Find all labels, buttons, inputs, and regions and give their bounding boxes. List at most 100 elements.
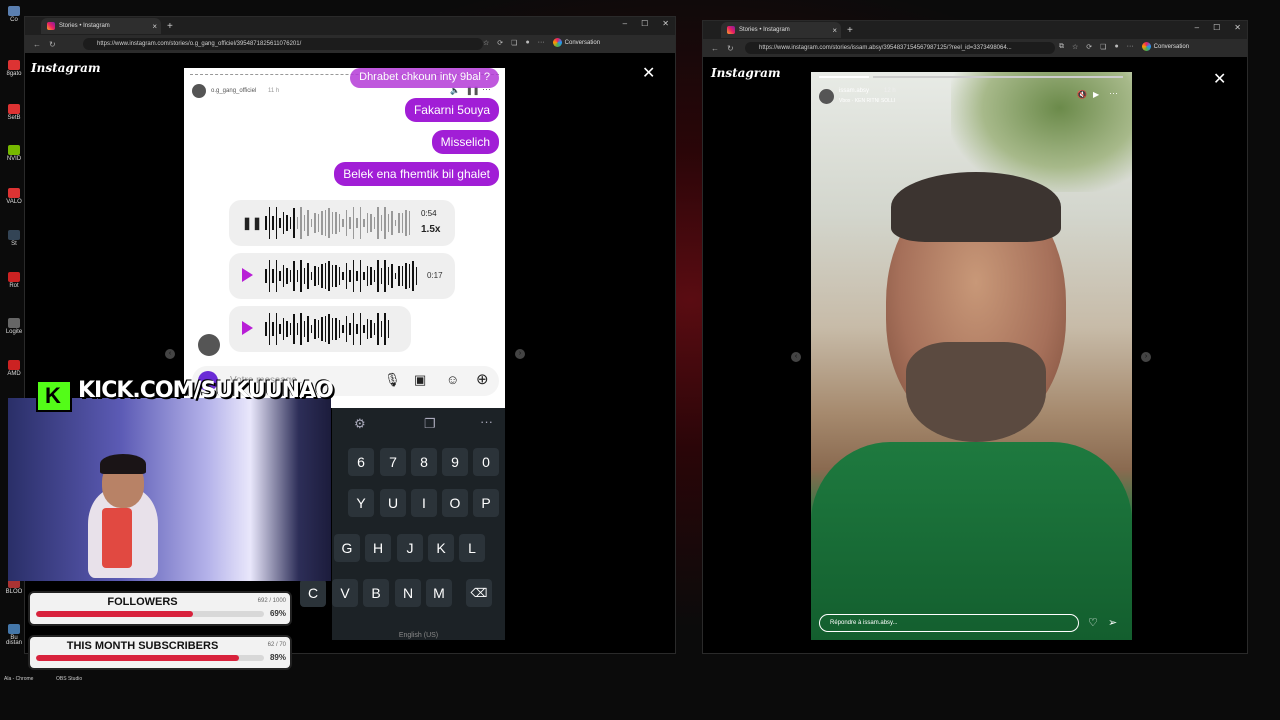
voice-message[interactable]: ❚❚ 0:54 1.5x (229, 200, 455, 246)
maximize-icon[interactable]: ☐ (641, 19, 648, 28)
avatar[interactable] (192, 84, 206, 98)
desktop-icon[interactable]: Logite (4, 318, 24, 336)
key-h[interactable]: H (365, 534, 391, 562)
refresh-icon[interactable]: ⟳ (1086, 43, 1092, 51)
gallery-icon[interactable]: ▣ (414, 372, 426, 388)
more-icon[interactable]: ··· (480, 414, 493, 429)
new-tab-button[interactable]: + (167, 21, 173, 32)
favorite-icon[interactable]: ☆ (1072, 43, 1078, 51)
microphone-icon[interactable]: 🎙 (384, 372, 401, 388)
key-0[interactable]: 0 (473, 448, 499, 476)
next-story-icon[interactable]: › (515, 349, 525, 359)
desktop-icon[interactable]: AMD (4, 360, 24, 378)
conversation-button[interactable]: Conversation (552, 38, 600, 47)
extension-icon[interactable]: ⧉ (1059, 43, 1064, 51)
key-p[interactable]: P (473, 489, 499, 517)
key-n[interactable]: N (395, 579, 421, 607)
close-window-icon[interactable]: ✕ (1234, 23, 1241, 32)
close-story-icon[interactable]: ✕ (642, 63, 655, 83)
instagram-logo[interactable]: Instagram (711, 66, 781, 80)
waveform-bar (335, 264, 337, 288)
playback-speed[interactable]: 1.5x (421, 224, 440, 235)
key-g[interactable]: G (334, 534, 360, 562)
key-u[interactable]: U (380, 489, 406, 517)
key-b[interactable]: B (363, 579, 389, 607)
desktop-icon[interactable]: Rot (4, 272, 24, 290)
key-9[interactable]: 9 (442, 448, 468, 476)
desktop-icon[interactable]: Co (4, 6, 24, 24)
key-k[interactable]: K (428, 534, 454, 562)
desktop-icon[interactable]: St (4, 230, 24, 248)
desktop-icon[interactable]: 8gato (4, 60, 24, 78)
sticker-icon[interactable]: ☺ (446, 372, 459, 387)
avatar[interactable] (819, 89, 834, 104)
reload-icon[interactable]: ↻ (727, 44, 734, 53)
key-l[interactable]: L (459, 534, 485, 562)
key-j[interactable]: J (397, 534, 423, 562)
new-tab-button[interactable]: + (847, 25, 853, 36)
settings-gear-icon[interactable]: ⚙ (354, 416, 366, 432)
url-field[interactable]: https://www.instagram.com/stories/o.g_ga… (83, 38, 483, 50)
story-username[interactable]: o.g_gang_officiel (211, 88, 256, 94)
conversation-button[interactable]: Conversation (1141, 42, 1189, 51)
story-music[interactable]: Vbox · KEN RITNI SOLLI (839, 98, 895, 104)
collections-icon[interactable]: ❏ (511, 39, 517, 47)
add-icon[interactable]: ⊕ (476, 370, 489, 388)
back-icon[interactable]: ← (711, 44, 719, 53)
backspace-key[interactable]: ⌫ (466, 579, 492, 607)
desktop-icon[interactable]: NVID (4, 145, 24, 163)
play-icon[interactable] (242, 268, 253, 282)
key-c[interactable]: C (300, 579, 326, 607)
copilot-icon (1141, 42, 1151, 51)
voice-message[interactable] (229, 306, 411, 352)
close-window-icon[interactable]: ✕ (662, 19, 669, 28)
desktop-icon[interactable]: VALO (4, 188, 24, 206)
key-6[interactable]: 6 (348, 448, 374, 476)
key-i[interactable]: I (411, 489, 437, 517)
instagram-logo[interactable]: Instagram (31, 61, 101, 75)
clipboard-icon[interactable]: ❐ (424, 416, 436, 432)
tab-instagram[interactable]: Stories • Instagram × (41, 18, 161, 34)
desktop-icon[interactable]: distan (4, 640, 24, 658)
waveform-bar (352, 207, 354, 239)
close-tab-icon[interactable]: × (152, 22, 157, 31)
profile-icon[interactable]: ● (1114, 43, 1118, 50)
key-m[interactable]: M (426, 579, 452, 607)
more-options-icon[interactable]: ··· (1109, 88, 1118, 98)
reply-input[interactable]: Répondre à issam.absy... (819, 614, 1079, 632)
maximize-icon[interactable]: ☐ (1213, 23, 1220, 32)
key-y[interactable]: Y (348, 489, 374, 517)
next-story-icon[interactable]: › (1141, 352, 1151, 362)
play-icon[interactable] (242, 321, 253, 335)
url-field[interactable]: https://www.instagram.com/stories/issam.… (745, 42, 1055, 54)
more-icon[interactable]: ··· (538, 39, 545, 46)
key-7[interactable]: 7 (380, 448, 406, 476)
share-icon[interactable]: ➢ (1108, 616, 1117, 629)
taskbar-label[interactable]: Ala - Chrome (4, 676, 33, 682)
favorite-icon[interactable]: ☆ (483, 39, 489, 47)
taskbar-label[interactable]: OBS Studio (56, 676, 82, 682)
profile-icon[interactable]: ● (525, 39, 529, 46)
key-v[interactable]: V (332, 579, 358, 607)
play-icon[interactable]: ▶ (1093, 90, 1099, 99)
back-icon[interactable]: ← (33, 40, 41, 49)
tab-instagram[interactable]: Stories • Instagram × (721, 22, 841, 38)
close-story-icon[interactable]: ✕ (1213, 69, 1226, 89)
refresh-icon[interactable]: ⟳ (497, 39, 503, 47)
key-8[interactable]: 8 (411, 448, 437, 476)
close-tab-icon[interactable]: × (832, 26, 837, 35)
mute-icon[interactable]: 🔇 (1077, 90, 1087, 99)
key-o[interactable]: O (442, 489, 468, 517)
previous-story-icon[interactable]: ‹ (165, 349, 175, 359)
desktop-icon[interactable]: SetB (4, 104, 24, 122)
story-username[interactable]: issam.absy (839, 88, 869, 94)
heart-icon[interactable]: ♡ (1088, 616, 1098, 629)
collections-icon[interactable]: ❏ (1100, 43, 1106, 51)
voice-message[interactable]: 0:17 (229, 253, 455, 299)
reload-icon[interactable]: ↻ (49, 40, 56, 49)
minimize-icon[interactable]: – (1195, 23, 1199, 32)
previous-story-icon[interactable]: ‹ (791, 352, 801, 362)
minimize-icon[interactable]: – (623, 19, 627, 28)
more-icon[interactable]: ··· (1127, 43, 1134, 50)
pause-icon[interactable]: ❚❚ (242, 216, 262, 230)
